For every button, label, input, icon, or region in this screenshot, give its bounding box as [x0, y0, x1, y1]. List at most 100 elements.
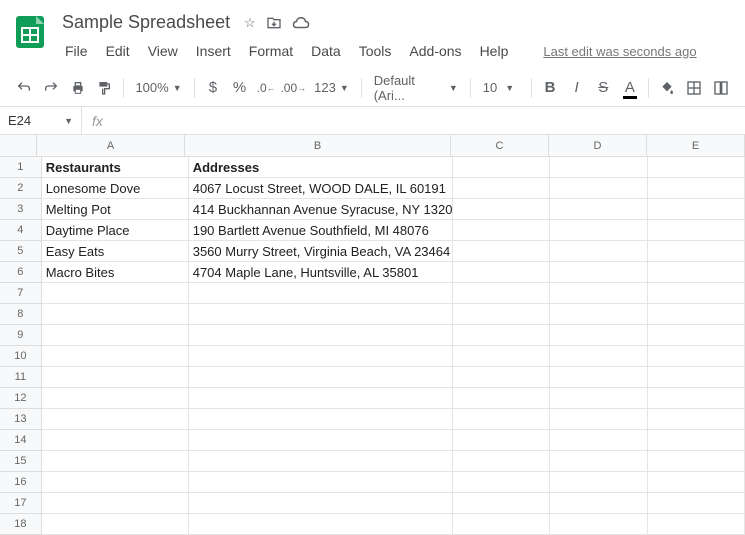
cell-D13[interactable] — [550, 409, 647, 430]
cell-B9[interactable] — [189, 325, 453, 346]
row-header[interactable]: 4 — [0, 220, 42, 241]
cell-A14[interactable] — [42, 430, 189, 451]
text-color-button[interactable]: A — [618, 75, 643, 101]
row-header[interactable]: 3 — [0, 199, 42, 220]
cell-B8[interactable] — [189, 304, 453, 325]
cell-B2[interactable]: 4067 Locust Street, WOOD DALE, IL 60191 — [189, 178, 453, 199]
cell-C11[interactable] — [453, 367, 550, 388]
cell-A9[interactable] — [42, 325, 189, 346]
percent-button[interactable]: % — [227, 75, 252, 101]
cell-A1[interactable]: Restaurants — [42, 157, 189, 178]
formula-input[interactable] — [113, 107, 745, 134]
name-box[interactable]: E24▼ — [0, 107, 82, 134]
cloud-icon[interactable] — [292, 15, 310, 31]
cell-E14[interactable] — [648, 430, 745, 451]
row-header[interactable]: 16 — [0, 472, 42, 493]
row-header[interactable]: 11 — [0, 367, 42, 388]
cell-D4[interactable] — [550, 220, 647, 241]
cell-C18[interactable] — [453, 514, 550, 535]
redo-button[interactable] — [39, 75, 64, 101]
sheets-logo[interactable] — [12, 14, 48, 50]
row-header[interactable]: 7 — [0, 283, 42, 304]
undo-button[interactable] — [12, 75, 37, 101]
cell-A18[interactable] — [42, 514, 189, 535]
row-header[interactable]: 13 — [0, 409, 42, 430]
menu-help[interactable]: Help — [473, 39, 516, 63]
row-header[interactable]: 6 — [0, 262, 42, 283]
cell-D9[interactable] — [550, 325, 647, 346]
cell-E4[interactable] — [648, 220, 745, 241]
cell-E17[interactable] — [648, 493, 745, 514]
row-header[interactable]: 2 — [0, 178, 42, 199]
cell-E9[interactable] — [648, 325, 745, 346]
cell-B7[interactable] — [189, 283, 453, 304]
cell-D5[interactable] — [550, 241, 647, 262]
cell-A10[interactable] — [42, 346, 189, 367]
menu-addons[interactable]: Add-ons — [402, 39, 468, 63]
menu-file[interactable]: File — [58, 39, 95, 63]
cell-C14[interactable] — [453, 430, 550, 451]
cell-B14[interactable] — [189, 430, 453, 451]
cell-B12[interactable] — [189, 388, 453, 409]
print-button[interactable] — [65, 75, 90, 101]
cell-B6[interactable]: 4704 Maple Lane, Huntsville, AL 35801 — [189, 262, 453, 283]
menu-view[interactable]: View — [141, 39, 185, 63]
cell-B3[interactable]: 414 Buckhannan Avenue Syracuse, NY 13205 — [189, 199, 453, 220]
menu-insert[interactable]: Insert — [189, 39, 238, 63]
cell-A13[interactable] — [42, 409, 189, 430]
decrease-decimal-button[interactable]: .0← — [254, 75, 279, 101]
cell-A5[interactable]: Easy Eats — [42, 241, 189, 262]
cell-E1[interactable] — [648, 157, 745, 178]
cell-D10[interactable] — [550, 346, 647, 367]
cell-A6[interactable]: Macro Bites — [42, 262, 189, 283]
last-edit-link[interactable]: Last edit was seconds ago — [543, 44, 696, 59]
increase-decimal-button[interactable]: .00→ — [280, 75, 306, 101]
cell-A2[interactable]: Lonesome Dove — [42, 178, 189, 199]
cell-E13[interactable] — [648, 409, 745, 430]
cell-D3[interactable] — [550, 199, 647, 220]
row-header[interactable]: 18 — [0, 514, 42, 535]
cell-E8[interactable] — [648, 304, 745, 325]
cell-A16[interactable] — [42, 472, 189, 493]
cell-C6[interactable] — [453, 262, 550, 283]
cell-C17[interactable] — [453, 493, 550, 514]
select-all-corner[interactable] — [0, 135, 37, 157]
cell-C3[interactable] — [453, 199, 550, 220]
cell-E5[interactable] — [648, 241, 745, 262]
cell-A3[interactable]: Melting Pot — [42, 199, 189, 220]
cell-E7[interactable] — [648, 283, 745, 304]
cell-B13[interactable] — [189, 409, 453, 430]
cell-E18[interactable] — [648, 514, 745, 535]
cell-C8[interactable] — [453, 304, 550, 325]
fill-color-button[interactable] — [655, 75, 680, 101]
star-icon[interactable]: ☆ — [244, 15, 256, 31]
cell-A11[interactable] — [42, 367, 189, 388]
cell-C15[interactable] — [453, 451, 550, 472]
cell-D12[interactable] — [550, 388, 647, 409]
more-formats-button[interactable]: 123▼ — [308, 80, 355, 95]
bold-button[interactable]: B — [538, 75, 563, 101]
column-header-B[interactable]: B — [185, 135, 451, 157]
font-select[interactable]: Default (Ari...▼ — [368, 73, 464, 103]
cell-B5[interactable]: 3560 Murry Street, Virginia Beach, VA 23… — [189, 241, 453, 262]
cell-E3[interactable] — [648, 199, 745, 220]
cell-C4[interactable] — [453, 220, 550, 241]
menu-tools[interactable]: Tools — [352, 39, 399, 63]
cell-B1[interactable]: Addresses — [189, 157, 453, 178]
cell-D17[interactable] — [550, 493, 647, 514]
menu-data[interactable]: Data — [304, 39, 348, 63]
cell-A12[interactable] — [42, 388, 189, 409]
row-header[interactable]: 5 — [0, 241, 42, 262]
cell-C13[interactable] — [453, 409, 550, 430]
cell-A4[interactable]: Daytime Place — [42, 220, 189, 241]
cell-E2[interactable] — [648, 178, 745, 199]
cell-D16[interactable] — [550, 472, 647, 493]
row-header[interactable]: 17 — [0, 493, 42, 514]
cell-C5[interactable] — [453, 241, 550, 262]
strike-button[interactable]: S — [591, 75, 616, 101]
column-header-A[interactable]: A — [37, 135, 185, 157]
cell-E12[interactable] — [648, 388, 745, 409]
row-header[interactable]: 10 — [0, 346, 42, 367]
row-header[interactable]: 9 — [0, 325, 42, 346]
cell-C10[interactable] — [453, 346, 550, 367]
